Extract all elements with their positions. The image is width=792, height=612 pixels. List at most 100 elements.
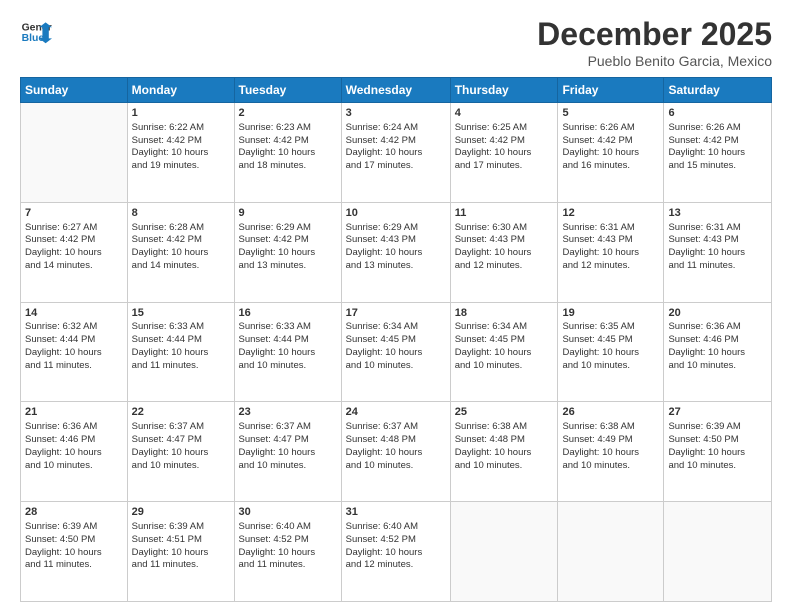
calendar-cell: 7Sunrise: 6:27 AM Sunset: 4:42 PM Daylig… (21, 202, 128, 302)
day-number: 30 (239, 505, 337, 520)
calendar-cell (450, 502, 558, 602)
calendar-week-5: 28Sunrise: 6:39 AM Sunset: 4:50 PM Dayli… (21, 502, 772, 602)
day-info: Sunrise: 6:25 AM Sunset: 4:42 PM Dayligh… (455, 122, 554, 173)
day-info: Sunrise: 6:40 AM Sunset: 4:52 PM Dayligh… (239, 521, 337, 572)
day-number: 22 (132, 405, 230, 420)
calendar-cell: 22Sunrise: 6:37 AM Sunset: 4:47 PM Dayli… (127, 402, 234, 502)
col-thursday: Thursday (450, 78, 558, 103)
day-number: 14 (25, 306, 123, 321)
calendar-cell: 23Sunrise: 6:37 AM Sunset: 4:47 PM Dayli… (234, 402, 341, 502)
calendar-cell: 10Sunrise: 6:29 AM Sunset: 4:43 PM Dayli… (341, 202, 450, 302)
day-info: Sunrise: 6:38 AM Sunset: 4:48 PM Dayligh… (455, 421, 554, 472)
day-number: 8 (132, 206, 230, 221)
calendar-header-row: Sunday Monday Tuesday Wednesday Thursday… (21, 78, 772, 103)
day-number: 21 (25, 405, 123, 420)
day-info: Sunrise: 6:26 AM Sunset: 4:42 PM Dayligh… (562, 122, 659, 173)
calendar-cell: 3Sunrise: 6:24 AM Sunset: 4:42 PM Daylig… (341, 103, 450, 203)
month-title: December 2025 (537, 16, 772, 53)
day-number: 2 (239, 106, 337, 121)
day-info: Sunrise: 6:40 AM Sunset: 4:52 PM Dayligh… (346, 521, 446, 572)
calendar-cell: 14Sunrise: 6:32 AM Sunset: 4:44 PM Dayli… (21, 302, 128, 402)
day-info: Sunrise: 6:34 AM Sunset: 4:45 PM Dayligh… (346, 321, 446, 372)
header: General Blue December 2025 Pueblo Benito… (20, 16, 772, 69)
day-info: Sunrise: 6:37 AM Sunset: 4:48 PM Dayligh… (346, 421, 446, 472)
day-number: 11 (455, 206, 554, 221)
calendar-cell: 24Sunrise: 6:37 AM Sunset: 4:48 PM Dayli… (341, 402, 450, 502)
calendar-cell: 19Sunrise: 6:35 AM Sunset: 4:45 PM Dayli… (558, 302, 664, 402)
day-info: Sunrise: 6:37 AM Sunset: 4:47 PM Dayligh… (132, 421, 230, 472)
day-number: 16 (239, 306, 337, 321)
calendar-body: 1Sunrise: 6:22 AM Sunset: 4:42 PM Daylig… (21, 103, 772, 602)
calendar-cell (664, 502, 772, 602)
day-number: 1 (132, 106, 230, 121)
day-number: 4 (455, 106, 554, 121)
day-number: 24 (346, 405, 446, 420)
day-info: Sunrise: 6:35 AM Sunset: 4:45 PM Dayligh… (562, 321, 659, 372)
day-info: Sunrise: 6:29 AM Sunset: 4:42 PM Dayligh… (239, 222, 337, 273)
calendar: Sunday Monday Tuesday Wednesday Thursday… (20, 77, 772, 602)
col-friday: Friday (558, 78, 664, 103)
day-info: Sunrise: 6:31 AM Sunset: 4:43 PM Dayligh… (562, 222, 659, 273)
day-info: Sunrise: 6:22 AM Sunset: 4:42 PM Dayligh… (132, 122, 230, 173)
day-info: Sunrise: 6:32 AM Sunset: 4:44 PM Dayligh… (25, 321, 123, 372)
day-info: Sunrise: 6:37 AM Sunset: 4:47 PM Dayligh… (239, 421, 337, 472)
location: Pueblo Benito Garcia, Mexico (537, 53, 772, 69)
calendar-cell: 17Sunrise: 6:34 AM Sunset: 4:45 PM Dayli… (341, 302, 450, 402)
day-number: 25 (455, 405, 554, 420)
calendar-week-3: 14Sunrise: 6:32 AM Sunset: 4:44 PM Dayli… (21, 302, 772, 402)
day-number: 19 (562, 306, 659, 321)
day-info: Sunrise: 6:36 AM Sunset: 4:46 PM Dayligh… (668, 321, 767, 372)
logo-icon: General Blue (20, 16, 52, 48)
day-number: 5 (562, 106, 659, 121)
day-number: 12 (562, 206, 659, 221)
svg-text:Blue: Blue (22, 33, 45, 44)
col-wednesday: Wednesday (341, 78, 450, 103)
calendar-cell: 4Sunrise: 6:25 AM Sunset: 4:42 PM Daylig… (450, 103, 558, 203)
day-number: 7 (25, 206, 123, 221)
day-number: 3 (346, 106, 446, 121)
calendar-cell (21, 103, 128, 203)
day-number: 23 (239, 405, 337, 420)
day-number: 9 (239, 206, 337, 221)
day-info: Sunrise: 6:28 AM Sunset: 4:42 PM Dayligh… (132, 222, 230, 273)
day-number: 17 (346, 306, 446, 321)
day-info: Sunrise: 6:39 AM Sunset: 4:50 PM Dayligh… (25, 521, 123, 572)
calendar-cell: 25Sunrise: 6:38 AM Sunset: 4:48 PM Dayli… (450, 402, 558, 502)
day-number: 15 (132, 306, 230, 321)
calendar-cell: 1Sunrise: 6:22 AM Sunset: 4:42 PM Daylig… (127, 103, 234, 203)
day-info: Sunrise: 6:24 AM Sunset: 4:42 PM Dayligh… (346, 122, 446, 173)
calendar-week-1: 1Sunrise: 6:22 AM Sunset: 4:42 PM Daylig… (21, 103, 772, 203)
col-tuesday: Tuesday (234, 78, 341, 103)
calendar-cell: 11Sunrise: 6:30 AM Sunset: 4:43 PM Dayli… (450, 202, 558, 302)
col-monday: Monday (127, 78, 234, 103)
calendar-cell: 18Sunrise: 6:34 AM Sunset: 4:45 PM Dayli… (450, 302, 558, 402)
calendar-cell: 30Sunrise: 6:40 AM Sunset: 4:52 PM Dayli… (234, 502, 341, 602)
calendar-cell: 9Sunrise: 6:29 AM Sunset: 4:42 PM Daylig… (234, 202, 341, 302)
calendar-cell: 21Sunrise: 6:36 AM Sunset: 4:46 PM Dayli… (21, 402, 128, 502)
day-number: 18 (455, 306, 554, 321)
calendar-cell: 26Sunrise: 6:38 AM Sunset: 4:49 PM Dayli… (558, 402, 664, 502)
day-info: Sunrise: 6:34 AM Sunset: 4:45 PM Dayligh… (455, 321, 554, 372)
day-info: Sunrise: 6:30 AM Sunset: 4:43 PM Dayligh… (455, 222, 554, 273)
calendar-cell: 12Sunrise: 6:31 AM Sunset: 4:43 PM Dayli… (558, 202, 664, 302)
calendar-week-2: 7Sunrise: 6:27 AM Sunset: 4:42 PM Daylig… (21, 202, 772, 302)
day-info: Sunrise: 6:29 AM Sunset: 4:43 PM Dayligh… (346, 222, 446, 273)
calendar-cell: 31Sunrise: 6:40 AM Sunset: 4:52 PM Dayli… (341, 502, 450, 602)
calendar-cell: 5Sunrise: 6:26 AM Sunset: 4:42 PM Daylig… (558, 103, 664, 203)
calendar-cell: 15Sunrise: 6:33 AM Sunset: 4:44 PM Dayli… (127, 302, 234, 402)
calendar-week-4: 21Sunrise: 6:36 AM Sunset: 4:46 PM Dayli… (21, 402, 772, 502)
day-number: 29 (132, 505, 230, 520)
day-info: Sunrise: 6:38 AM Sunset: 4:49 PM Dayligh… (562, 421, 659, 472)
calendar-cell: 6Sunrise: 6:26 AM Sunset: 4:42 PM Daylig… (664, 103, 772, 203)
col-saturday: Saturday (664, 78, 772, 103)
day-number: 28 (25, 505, 123, 520)
day-info: Sunrise: 6:39 AM Sunset: 4:51 PM Dayligh… (132, 521, 230, 572)
day-info: Sunrise: 6:33 AM Sunset: 4:44 PM Dayligh… (132, 321, 230, 372)
logo: General Blue (20, 16, 52, 48)
title-block: December 2025 Pueblo Benito Garcia, Mexi… (537, 16, 772, 69)
day-number: 27 (668, 405, 767, 420)
calendar-cell: 20Sunrise: 6:36 AM Sunset: 4:46 PM Dayli… (664, 302, 772, 402)
day-info: Sunrise: 6:31 AM Sunset: 4:43 PM Dayligh… (668, 222, 767, 273)
day-info: Sunrise: 6:39 AM Sunset: 4:50 PM Dayligh… (668, 421, 767, 472)
day-number: 10 (346, 206, 446, 221)
